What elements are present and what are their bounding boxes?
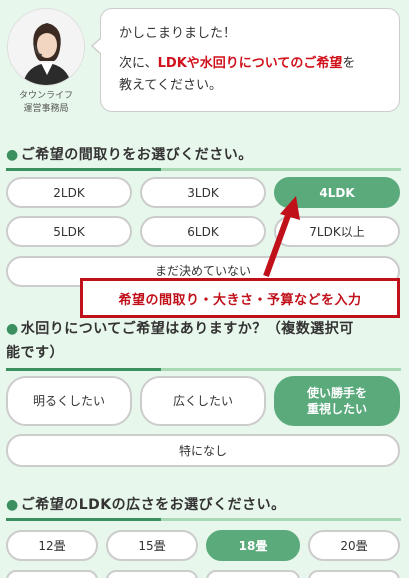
option-brighter[interactable]: 明るくしたい (6, 376, 132, 426)
q2-divider (6, 368, 401, 371)
q3-title: ● ご希望のLDKの広さをお選びください。 (6, 494, 286, 516)
option-2ldk[interactable]: 2LDK (6, 177, 132, 208)
lightbulb-icon: ● (6, 147, 19, 163)
option-12jo[interactable]: 12畳 (6, 530, 98, 561)
agent-name-line1: タウンライフ (18, 91, 73, 101)
option-row-partial[interactable] (308, 570, 400, 578)
q2-title: ● 水回りについてご希望はありますか？（複数選択可 (6, 318, 354, 340)
option-wider[interactable]: 広くしたい (140, 376, 266, 426)
speech-bubble: かしこまりました！ 次に、LDKや水回りについてのご希望を 教えてください。 (91, 8, 400, 112)
option-usability-line2: 重視したい (306, 402, 367, 416)
annotation-callout: 希望の間取り・大きさ・予算などを入力 (80, 278, 400, 318)
option-row-partial[interactable] (206, 570, 300, 578)
q1-title: ● ご希望の間取りをお選びください。 (6, 144, 253, 166)
option-usability-line1: 使い勝手を (306, 386, 367, 400)
option-18jo[interactable]: 18畳 (206, 530, 300, 561)
lightbulb-icon: ● (6, 321, 19, 337)
q1-divider (6, 168, 401, 171)
agent-profile: タウンライフ 運営事務局 (6, 8, 86, 116)
q1-title-text: ご希望の間取りをお選びください。 (20, 147, 253, 163)
q2-title-line1: 水回りについてご希望はありますか？（複数選択可 (20, 321, 354, 337)
lightbulb-icon: ● (6, 497, 19, 513)
option-4ldk[interactable]: 4LDK (274, 177, 400, 208)
agent-photo-icon (8, 9, 84, 85)
q2-title-cont: 能です） (6, 342, 64, 364)
q3-title-text: ご希望のLDKの広さをお選びください。 (20, 497, 286, 513)
bubble-line1: かしこまりました！ (119, 26, 237, 41)
q2-title-line2: 能です） (6, 345, 64, 361)
option-7ldk-plus[interactable]: 7LDK以上 (274, 216, 400, 247)
bubble-line2-post: を (342, 56, 356, 71)
option-6ldk[interactable]: 6LDK (140, 216, 266, 247)
bubble-highlight: LDKや水回りについてのご希望 (157, 56, 343, 71)
agent-name-line2: 運営事務局 (23, 104, 69, 114)
option-20jo[interactable]: 20畳 (308, 530, 400, 561)
bubble-line2-pre: 次に、 (119, 56, 158, 71)
agent-avatar (7, 8, 85, 86)
option-none[interactable]: 特になし (6, 434, 400, 467)
option-3ldk[interactable]: 3LDK (140, 177, 266, 208)
option-usability[interactable]: 使い勝手を 重視したい (274, 376, 400, 426)
q3-divider (6, 518, 401, 521)
bubble-line2: 次に、LDKや水回りについてのご希望を (119, 53, 385, 75)
option-row-partial[interactable] (6, 570, 98, 578)
option-row-partial[interactable] (106, 570, 198, 578)
option-5ldk[interactable]: 5LDK (6, 216, 132, 247)
option-15jo[interactable]: 15畳 (106, 530, 198, 561)
bubble-line3: 教えてください。 (119, 78, 222, 93)
